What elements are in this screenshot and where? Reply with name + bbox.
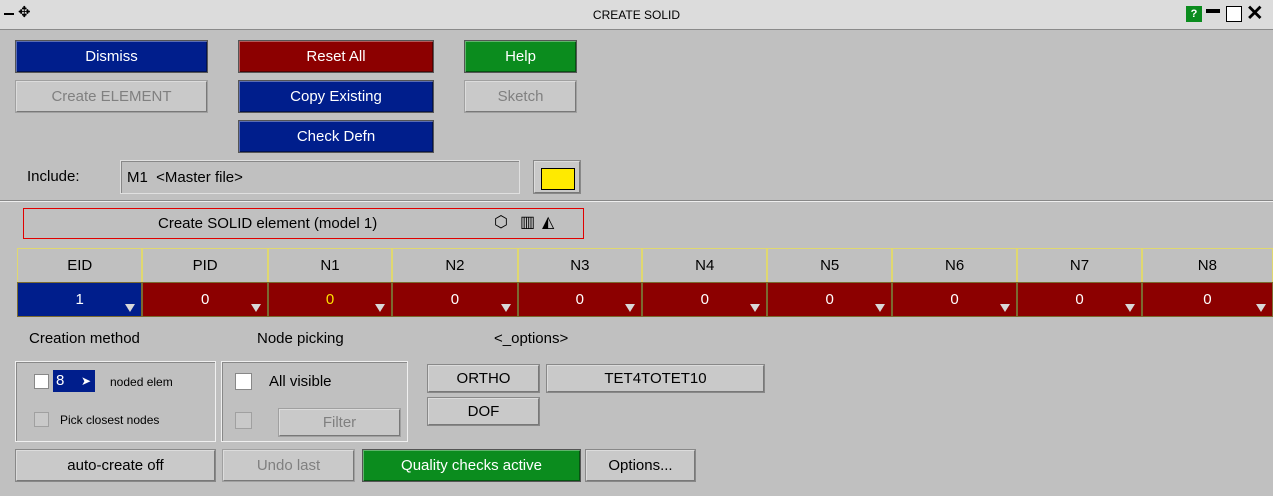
n8-cell[interactable]: 0 <box>1141 282 1273 317</box>
sketch-button[interactable]: Sketch <box>464 80 577 113</box>
all-visible-label: All visible <box>269 373 332 390</box>
minimize-icon[interactable] <box>1206 9 1220 13</box>
create-panel-header: Create SOLID element (model 1) ⬡ ▥ ◭ <box>23 208 584 239</box>
noded-elem-checkbox[interactable] <box>34 374 49 389</box>
auto-create-button[interactable]: auto-create off <box>15 449 216 482</box>
node-picking-label: Node picking <box>257 330 344 347</box>
help-question-icon[interactable]: ? <box>1186 6 1202 22</box>
header-n7: N7 <box>1017 248 1142 283</box>
dof-button[interactable]: DOF <box>427 397 540 426</box>
n4-cell[interactable]: 0 <box>642 282 768 317</box>
header-n2: N2 <box>392 248 518 283</box>
n1-cell[interactable]: 0 <box>267 282 393 317</box>
window-title: CREATE SOLID <box>592 8 681 22</box>
n5-cell[interactable]: 0 <box>767 282 892 317</box>
noded-elem-label: noded elem <box>110 375 173 389</box>
element-table: EID PID N1 N2 N3 N4 N5 N6 N7 N8 1 0 0 0 … <box>17 248 1273 317</box>
filter-checkbox[interactable] <box>235 412 252 429</box>
pid-cell[interactable]: 0 <box>142 282 268 317</box>
separator <box>0 200 1273 202</box>
create-element-button[interactable]: Create ELEMENT <box>15 80 208 113</box>
header-n1: N1 <box>267 248 393 283</box>
eid-value: 1 <box>75 291 84 308</box>
dropdown-arrow-icon[interactable] <box>750 304 761 312</box>
all-visible-checkbox[interactable] <box>235 373 252 390</box>
panel-title: Create SOLID element (model 1) <box>158 215 378 232</box>
check-defn-button[interactable]: Check Defn <box>238 120 434 153</box>
creation-method-label: Creation method <box>29 330 140 347</box>
dropdown-arrow-icon[interactable] <box>500 304 511 312</box>
header-n3: N3 <box>517 248 643 283</box>
include-browse-button[interactable] <box>533 160 581 194</box>
n5-value: 0 <box>825 291 834 308</box>
nodes-count-select[interactable]: 8 ➤ <box>53 370 95 392</box>
pick-closest-label: Pick closest nodes <box>60 413 160 427</box>
header-n4: N4 <box>642 248 768 283</box>
dropdown-arrow-icon[interactable] <box>1000 304 1011 312</box>
dropdown-arrow-icon[interactable] <box>1124 304 1135 312</box>
dropdown-arrow-icon[interactable] <box>625 304 636 312</box>
reset-all-button[interactable]: Reset All <box>238 40 434 73</box>
maximize-icon[interactable] <box>1226 6 1242 22</box>
help-button[interactable]: Help <box>464 40 577 73</box>
solid-shape-icon[interactable]: ⬡ <box>494 213 508 233</box>
dropdown-arrow-icon[interactable] <box>1256 304 1267 312</box>
folder-icon <box>541 168 575 190</box>
ortho-button[interactable]: ORTHO <box>427 364 540 393</box>
filter-button[interactable]: Filter <box>278 408 401 437</box>
table-value-row: 1 0 0 0 0 0 0 0 0 0 <box>17 282 1273 317</box>
dropdown-arrow-icon[interactable] <box>125 304 136 312</box>
header-n8: N8 <box>1141 248 1273 283</box>
tet4totet10-button[interactable]: TET4TOTET10 <box>546 364 765 393</box>
pick-closest-checkbox[interactable] <box>34 412 49 427</box>
undo-last-button[interactable]: Undo last <box>222 449 355 482</box>
chevron-right-icon: ➤ <box>80 374 91 388</box>
table-header-row: EID PID N1 N2 N3 N4 N5 N6 N7 N8 <box>17 248 1273 283</box>
dismiss-button[interactable]: Dismiss <box>15 40 208 73</box>
quality-checks-button[interactable]: Quality checks active <box>362 449 581 482</box>
header-n6: N6 <box>891 248 1018 283</box>
header-eid: EID <box>17 248 143 283</box>
header-pid: PID <box>142 248 268 283</box>
n4-value: 0 <box>700 291 709 308</box>
nodes-count-value: 8 <box>56 372 65 389</box>
n3-value: 0 <box>575 291 585 308</box>
n7-cell[interactable]: 0 <box>1017 282 1142 317</box>
hexa-view-icon[interactable]: ▥ <box>520 213 535 233</box>
n2-value: 0 <box>450 291 460 308</box>
n2-cell[interactable]: 0 <box>392 282 518 317</box>
close-icon[interactable]: ✕ <box>1246 3 1266 25</box>
n7-value: 0 <box>1075 291 1084 308</box>
eid-cell[interactable]: 1 <box>17 282 143 317</box>
dropdown-arrow-icon[interactable] <box>874 304 885 312</box>
dropdown-arrow-icon[interactable] <box>250 304 261 312</box>
n1-value: 0 <box>325 291 335 308</box>
pid-value: 0 <box>200 291 210 308</box>
include-label: Include: <box>27 168 80 185</box>
header-n5: N5 <box>767 248 892 283</box>
n8-value: 0 <box>1203 291 1212 308</box>
copy-existing-button[interactable]: Copy Existing <box>238 80 434 113</box>
options-label: <_options> <box>494 330 569 347</box>
n6-cell[interactable]: 0 <box>891 282 1018 317</box>
n3-cell[interactable]: 0 <box>517 282 643 317</box>
tetra-view-icon[interactable]: ◭ <box>542 213 554 233</box>
options-button[interactable]: Options... <box>585 449 696 482</box>
n6-value: 0 <box>950 291 959 308</box>
dropdown-arrow-icon[interactable] <box>375 304 386 312</box>
include-field[interactable]: M1 <Master file> <box>120 160 520 194</box>
